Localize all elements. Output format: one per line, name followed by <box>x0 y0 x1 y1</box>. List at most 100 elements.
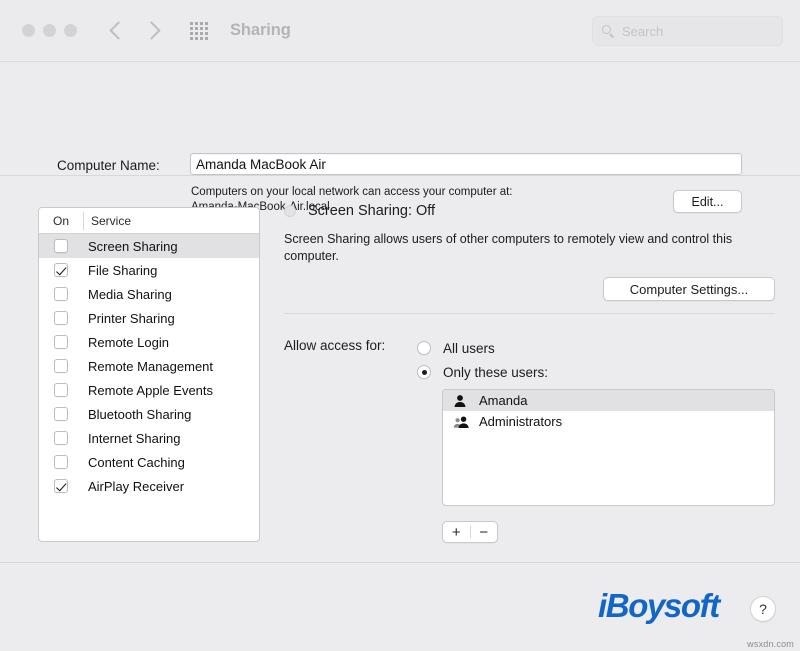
service-row[interactable]: Internet Sharing <box>39 426 259 450</box>
single-user-icon <box>453 394 475 408</box>
column-header-service: Service <box>91 214 131 228</box>
window-titlebar: Sharing Search <box>0 0 800 62</box>
user-name-label: Amanda <box>479 393 527 408</box>
service-name-label: File Sharing <box>88 263 157 278</box>
radio-option-label: All users <box>443 341 495 356</box>
service-checkbox-cell <box>39 287 83 301</box>
services-rows-container: Screen Sharing File Sharing Media Sharing P… <box>39 234 259 498</box>
service-status-text: Screen Sharing: Off <box>308 203 435 219</box>
service-name-label: Screen Sharing <box>88 239 178 254</box>
checkbox-unchecked-icon[interactable] <box>54 383 68 397</box>
user-list-item[interactable]: Administrators <box>443 411 774 432</box>
service-row[interactable]: Bluetooth Sharing <box>39 402 259 426</box>
service-name-label: Media Sharing <box>88 287 172 302</box>
service-row[interactable]: File Sharing <box>39 258 259 282</box>
add-remove-user-buttons: + − <box>442 521 498 543</box>
traffic-light-buttons <box>22 24 77 37</box>
column-header-on: On <box>39 214 83 228</box>
group-users-icon <box>453 415 475 429</box>
minimize-button[interactable] <box>43 24 56 37</box>
service-checkbox-cell <box>39 431 83 445</box>
computer-name-label: Computer Name: <box>57 158 160 173</box>
service-checkbox-cell <box>39 407 83 421</box>
grid-apps-icon[interactable] <box>190 22 208 40</box>
service-row[interactable]: Printer Sharing <box>39 306 259 330</box>
service-status-row: Screen Sharing: Off <box>284 203 435 219</box>
chevron-right-icon[interactable] <box>142 21 160 39</box>
edit-button[interactable]: Edit... <box>673 190 742 213</box>
computer-name-section: Computer Name: Amanda MacBook Air Comput… <box>0 62 800 175</box>
checkbox-unchecked-icon[interactable] <box>54 359 68 373</box>
service-checkbox-cell <box>39 383 83 397</box>
service-row[interactable]: AirPlay Receiver <box>39 474 259 498</box>
service-name-label: Printer Sharing <box>88 311 175 326</box>
service-name-label: Content Caching <box>88 455 185 470</box>
checkbox-unchecked-icon[interactable] <box>54 239 68 253</box>
service-name-label: Remote Apple Events <box>88 383 213 398</box>
allowed-users-list[interactable]: Amanda Administrators <box>442 389 775 506</box>
zoom-button[interactable] <box>64 24 77 37</box>
service-checkbox-cell <box>39 239 83 253</box>
checkbox-checked-icon[interactable] <box>54 479 68 493</box>
chevron-left-icon[interactable] <box>109 21 127 39</box>
watermark-text: wsxdn.com <box>747 639 794 649</box>
allow-access-radio-option[interactable]: All users <box>417 336 548 360</box>
user-list-item[interactable]: Amanda <box>443 390 774 411</box>
checkbox-unchecked-icon[interactable] <box>54 455 68 469</box>
logo-text-i: i <box>598 587 606 624</box>
footer-divider <box>0 562 800 563</box>
services-list: On Service Screen Sharing File Sharing Med… <box>38 207 260 542</box>
services-list-header: On Service <box>39 208 259 234</box>
service-name-label: Remote Management <box>88 359 213 374</box>
checkbox-unchecked-icon[interactable] <box>54 335 68 349</box>
allow-access-radio-option[interactable]: Only these users: <box>417 360 548 384</box>
service-name-label: Remote Login <box>88 335 169 350</box>
checkbox-unchecked-icon[interactable] <box>54 431 68 445</box>
logo-text-boysoft: Boysoft <box>606 587 719 624</box>
checkbox-checked-icon[interactable] <box>54 263 68 277</box>
add-user-button[interactable]: + <box>443 522 470 542</box>
service-checkbox-cell <box>39 311 83 325</box>
radio-option-label: Only these users: <box>443 365 548 380</box>
detail-divider <box>284 313 775 314</box>
service-checkbox-cell <box>39 455 83 469</box>
computer-settings-button[interactable]: Computer Settings... <box>603 277 775 301</box>
service-name-label: AirPlay Receiver <box>88 479 184 494</box>
search-field[interactable]: Search <box>592 16 783 46</box>
allow-access-radio-group: All users Only these users: <box>417 336 548 384</box>
checkbox-unchecked-icon[interactable] <box>54 287 68 301</box>
service-checkbox-cell <box>39 479 83 493</box>
close-button[interactable] <box>22 24 35 37</box>
service-row[interactable]: Remote Management <box>39 354 259 378</box>
status-indicator-icon <box>284 205 296 217</box>
radio-selected-icon[interactable] <box>417 365 431 379</box>
service-checkbox-cell <box>39 335 83 349</box>
computer-name-help-line1: Computers on your local network can acce… <box>191 185 661 200</box>
iboysoft-logo: iBoysoft <box>598 589 719 622</box>
allow-access-label: Allow access for: <box>284 338 385 353</box>
remove-user-button[interactable]: − <box>471 522 498 542</box>
header-column-divider <box>83 212 84 230</box>
page-title: Sharing <box>230 21 291 40</box>
search-icon <box>602 25 615 38</box>
computer-name-input[interactable]: Amanda MacBook Air <box>190 153 742 175</box>
service-name-label: Internet Sharing <box>88 431 181 446</box>
sharing-preferences-window: Sharing Search Computer Name: Amanda Mac… <box>0 0 800 651</box>
search-placeholder: Search <box>622 24 663 39</box>
checkbox-unchecked-icon[interactable] <box>54 407 68 421</box>
service-row[interactable]: Content Caching <box>39 450 259 474</box>
service-row[interactable]: Screen Sharing <box>39 234 259 258</box>
top-divider <box>0 175 800 176</box>
service-name-label: Bluetooth Sharing <box>88 407 191 422</box>
service-checkbox-cell <box>39 263 83 277</box>
service-description: Screen Sharing allows users of other com… <box>284 231 774 265</box>
user-name-label: Administrators <box>479 414 562 429</box>
service-checkbox-cell <box>39 359 83 373</box>
service-row[interactable]: Media Sharing <box>39 282 259 306</box>
checkbox-unchecked-icon[interactable] <box>54 311 68 325</box>
help-button[interactable]: ? <box>750 596 776 622</box>
service-row[interactable]: Remote Login <box>39 330 259 354</box>
navigation-arrows <box>112 24 158 37</box>
radio-unselected-icon[interactable] <box>417 341 431 355</box>
service-row[interactable]: Remote Apple Events <box>39 378 259 402</box>
